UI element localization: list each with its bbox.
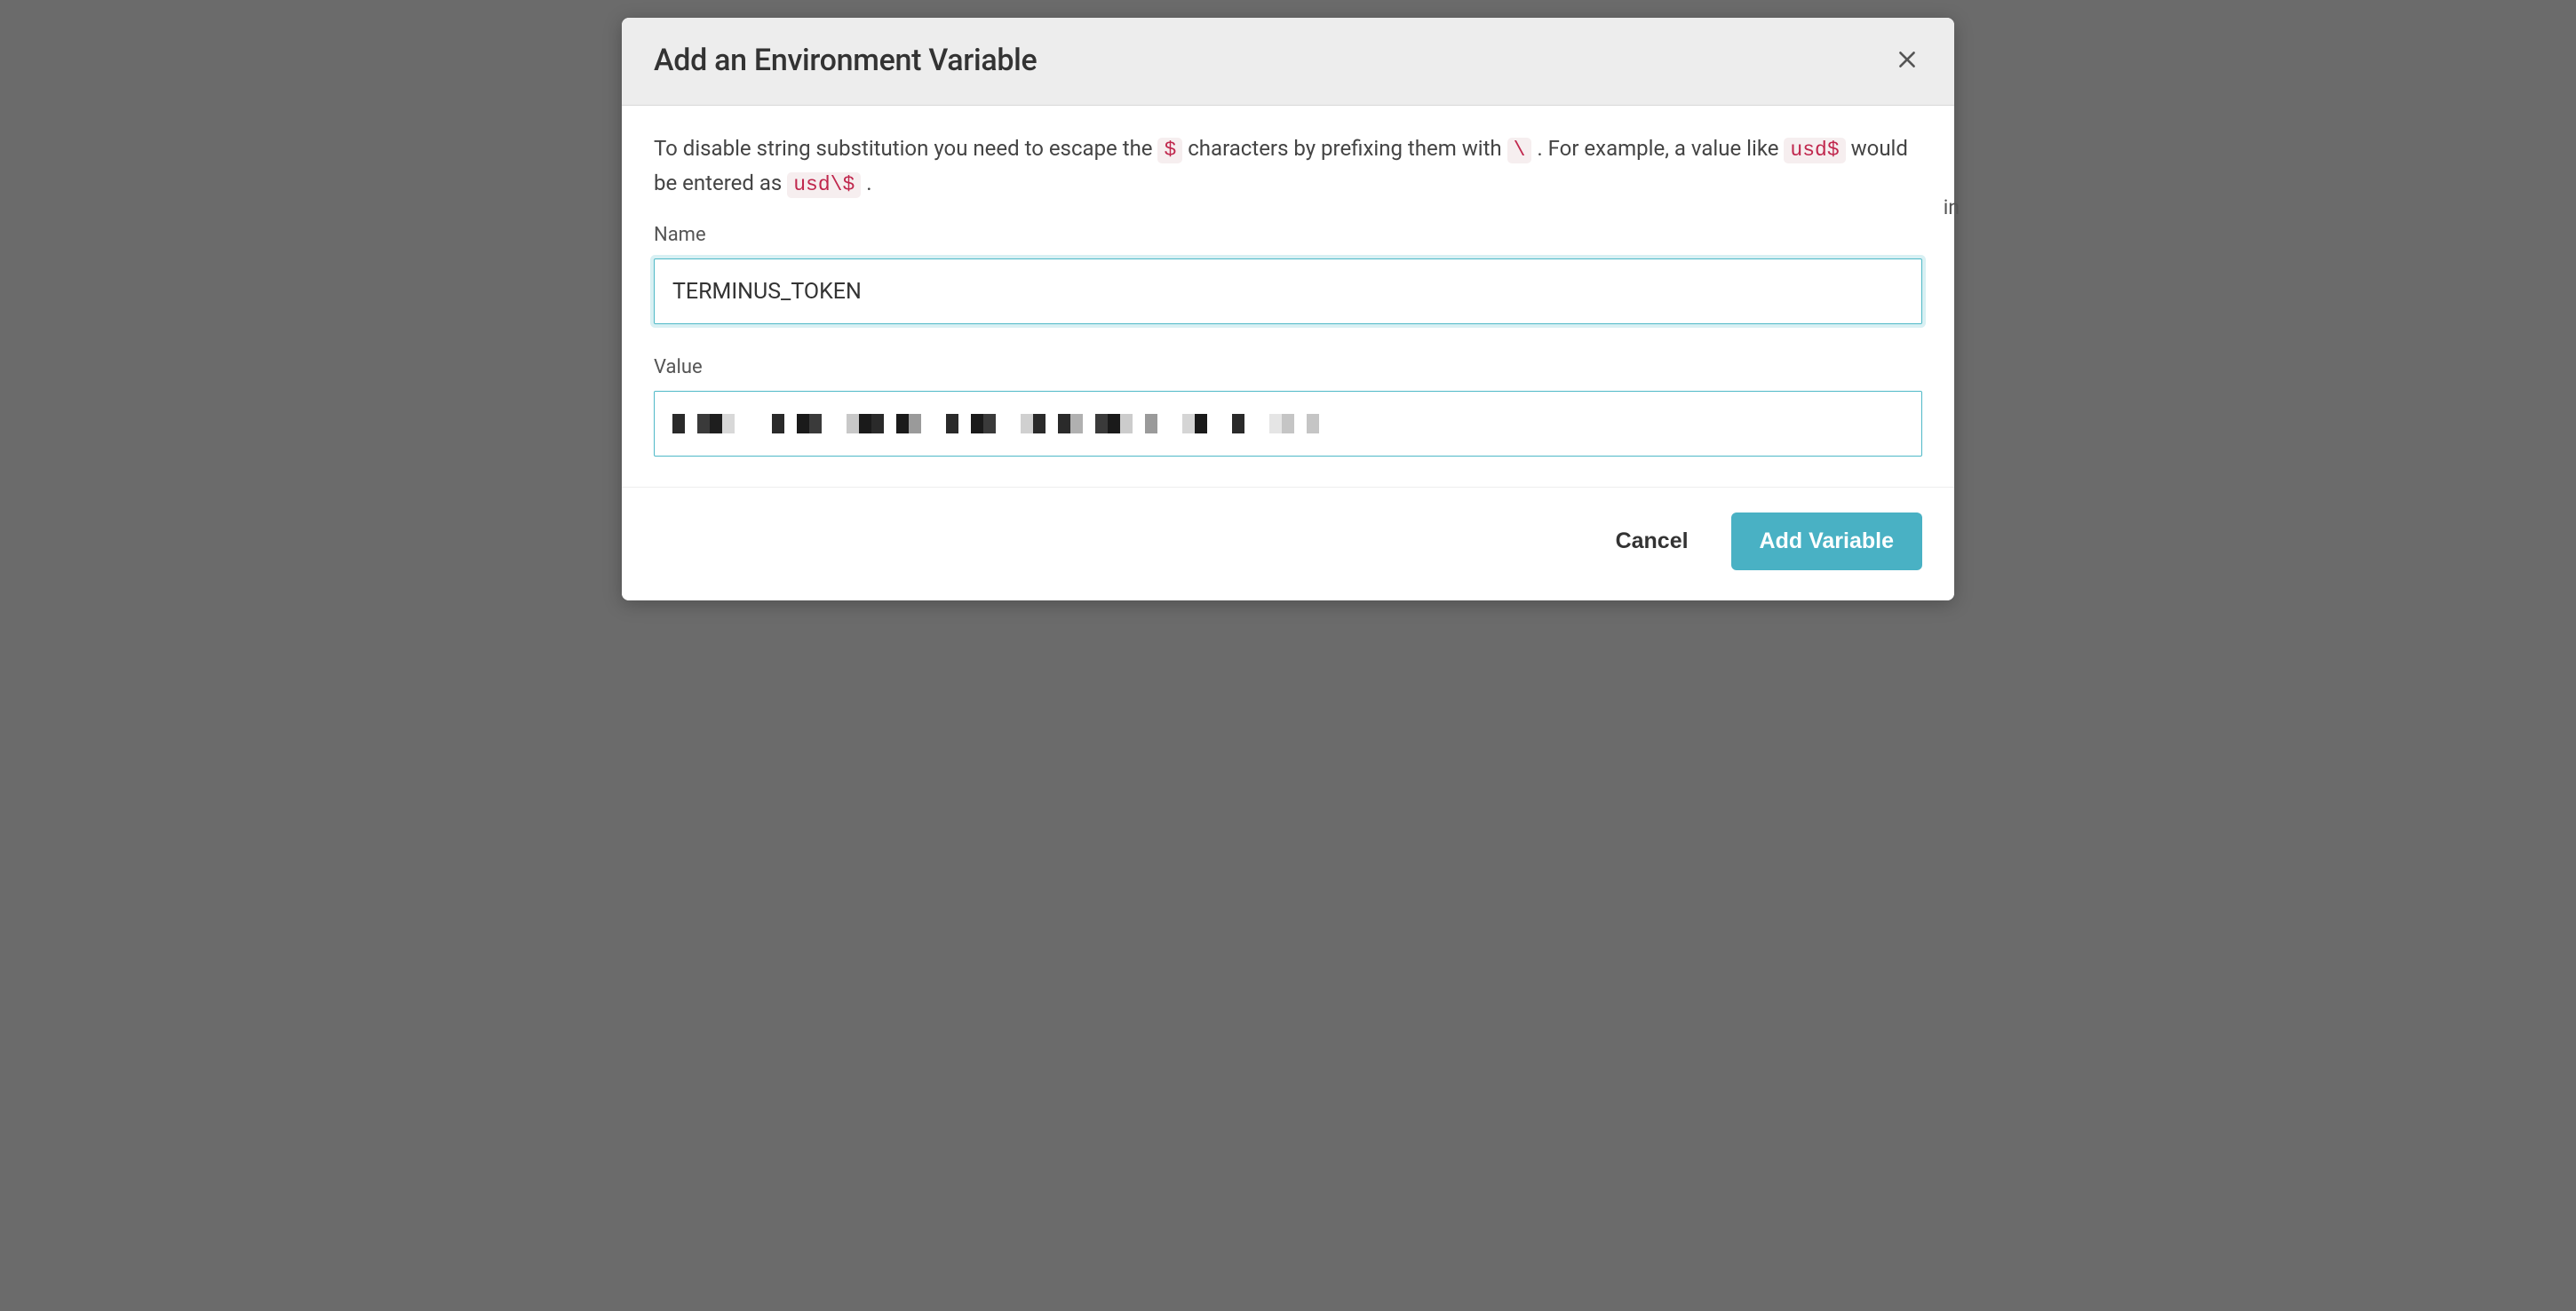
name-input[interactable] (654, 258, 1922, 324)
modal-header: Add an Environment Variable (622, 18, 1954, 106)
help-text: To disable string substitution you need … (654, 132, 1922, 201)
help-text-segment: . (866, 171, 871, 195)
value-label: Value (654, 356, 1922, 378)
modal-title: Add an Environment Variable (654, 43, 1037, 78)
close-icon (1896, 48, 1919, 74)
help-text-segment: To disable string substitution you need … (654, 136, 1157, 161)
name-label: Name (654, 224, 1922, 246)
value-input[interactable] (654, 391, 1922, 457)
obscured-value (672, 413, 1319, 434)
modal-footer: Cancel Add Variable (622, 487, 1954, 600)
value-field-group: Value (654, 356, 1922, 457)
help-text-segment: characters by prefixing them with (1188, 136, 1507, 161)
name-field-group: Name (654, 224, 1922, 324)
close-button[interactable] (1892, 44, 1922, 77)
add-env-var-modal: Add an Environment Variable To disable s… (622, 18, 1954, 600)
code-usd-escaped: usd\$ (787, 172, 861, 198)
cancel-button[interactable]: Cancel (1612, 521, 1692, 561)
add-variable-button[interactable]: Add Variable (1731, 512, 1922, 570)
help-text-segment: . For example, a value like (1537, 136, 1784, 161)
code-backslash: \ (1507, 138, 1532, 163)
code-usd: usd$ (1784, 138, 1845, 163)
modal-body: To disable string substitution you need … (622, 106, 1954, 487)
code-dollar: $ (1157, 138, 1182, 163)
